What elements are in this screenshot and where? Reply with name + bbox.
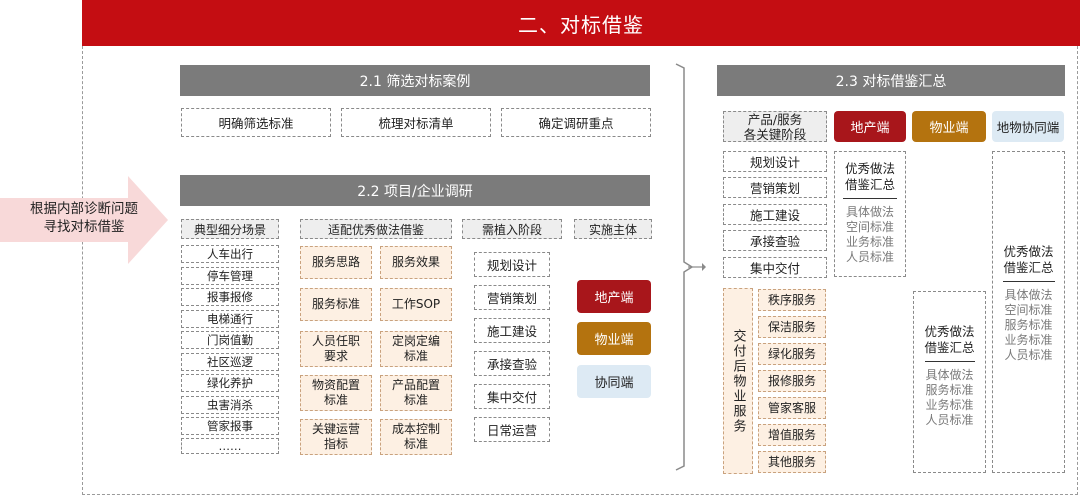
practice-item: 服务标准 xyxy=(300,288,372,321)
practice-item: 物资配置 标准 xyxy=(300,375,372,411)
col-header-scenes: 典型细分场景 xyxy=(181,219,279,239)
practice-item: 成本控制 标准 xyxy=(380,419,452,455)
section-23-header: 2.3 对标借鉴汇总 xyxy=(717,65,1065,96)
service-item: 报修服务 xyxy=(758,370,826,392)
phase-header: 产品/服务 各关键阶段 xyxy=(723,111,827,142)
section-21-item: 梳理对标清单 xyxy=(341,108,491,137)
after-delivery-label: 交付后物业服务 xyxy=(723,288,753,474)
service-item: 增值服务 xyxy=(758,424,826,446)
practice-item: 关键运营 指标 xyxy=(300,419,372,455)
stage-item: 日常运营 xyxy=(474,417,550,442)
stage-item: 施工建设 xyxy=(474,318,550,343)
summary-synergy: 优秀做法 借鉴汇总 具体做法 空间标准 服务标准 业务标准 人员标准 xyxy=(992,151,1065,473)
section-21-item: 确定调研重点 xyxy=(501,108,651,137)
service-item: 保洁服务 xyxy=(758,316,826,338)
col-header-practices: 适配优秀做法借鉴 xyxy=(300,219,452,239)
service-item: 管家客服 xyxy=(758,397,826,419)
practice-item: 人员任职 要求 xyxy=(300,331,372,367)
scene-item: 管家报事 xyxy=(181,417,279,435)
summary-developer-body: 具体做法 空间标准 业务标准 人员标准 xyxy=(845,205,894,264)
practice-item: 工作SOP xyxy=(380,288,452,321)
col-header-stages: 需植入阶段 xyxy=(462,219,562,239)
practice-item: 产品配置 标准 xyxy=(380,375,452,411)
stage-item: 营销策划 xyxy=(474,285,550,310)
scene-item: 报事报修 xyxy=(181,288,279,306)
summary-synergy-body: 具体做法 空间标准 服务标准 业务标准 人员标准 xyxy=(1004,288,1053,362)
section-21-item: 明确筛选标准 xyxy=(181,108,331,137)
summary-developer: 优秀做法 借鉴汇总 具体做法 空间标准 业务标准 人员标准 xyxy=(834,151,906,277)
summary-property-body: 具体做法 服务标准 业务标准 人员标准 xyxy=(925,368,974,427)
scene-item: 虫害消杀 xyxy=(181,396,279,414)
arrow-label-line1: 根据内部诊断问题 xyxy=(30,201,138,217)
practice-item: 服务思路 xyxy=(300,246,372,279)
col-header-subjects: 实施主体 xyxy=(574,219,652,239)
summary-divider xyxy=(924,361,975,362)
col-property-header: 物业端 xyxy=(912,111,986,142)
summary-divider xyxy=(843,198,897,199)
col-developer-header: 地产端 xyxy=(834,111,906,142)
practice-item: 定岗定编 标准 xyxy=(380,331,452,367)
service-item: 秩序服务 xyxy=(758,289,826,311)
stage-item: 集中交付 xyxy=(474,384,550,409)
service-item: 绿化服务 xyxy=(758,343,826,365)
section-22-header: 2.2 项目/企业调研 xyxy=(180,175,650,206)
stage-item: 承接查验 xyxy=(474,351,550,376)
practice-item: 服务效果 xyxy=(380,246,452,279)
col-synergy-header: 地物协同端 xyxy=(992,111,1064,142)
summary-bracket xyxy=(675,63,706,471)
phase-item: 营销策划 xyxy=(723,177,827,198)
scene-item: 人车出行 xyxy=(181,245,279,263)
scene-item: …… xyxy=(181,438,279,454)
summary-divider xyxy=(1002,281,1055,282)
subject-synergy: 协同端 xyxy=(577,365,651,398)
page-title: 二、对标借鉴 xyxy=(82,0,1080,46)
subject-developer: 地产端 xyxy=(577,280,651,313)
after-delivery-text: 交付后物业服务 xyxy=(730,328,746,434)
summary-synergy-title: 优秀做法 借鉴汇总 xyxy=(1003,244,1054,275)
stage-item: 规划设计 xyxy=(474,252,550,277)
phase-item: 承接查验 xyxy=(723,230,827,251)
scene-item: 电梯通行 xyxy=(181,310,279,328)
phase-item: 规划设计 xyxy=(723,151,827,172)
scene-item: 绿化养护 xyxy=(181,374,279,392)
phase-item: 施工建设 xyxy=(723,204,827,225)
summary-property-title: 优秀做法 借鉴汇总 xyxy=(924,324,975,355)
service-item: 其他服务 xyxy=(758,451,826,473)
arrow-label-line2: 寻找对标借鉴 xyxy=(43,219,125,235)
scene-item: 停车管理 xyxy=(181,267,279,285)
scene-item: 社区巡逻 xyxy=(181,353,279,371)
scene-item: 门岗值勤 xyxy=(181,331,279,349)
phase-item: 集中交付 xyxy=(723,257,827,278)
arrow-label: 根据内部诊断问题 寻找对标借鉴 xyxy=(4,200,164,236)
subject-property: 物业端 xyxy=(577,322,651,355)
section-21-header: 2.1 筛选对标案例 xyxy=(180,65,650,96)
summary-developer-title: 优秀做法 借鉴汇总 xyxy=(844,161,895,192)
summary-property: 优秀做法 借鉴汇总 具体做法 服务标准 业务标准 人员标准 xyxy=(913,291,986,473)
